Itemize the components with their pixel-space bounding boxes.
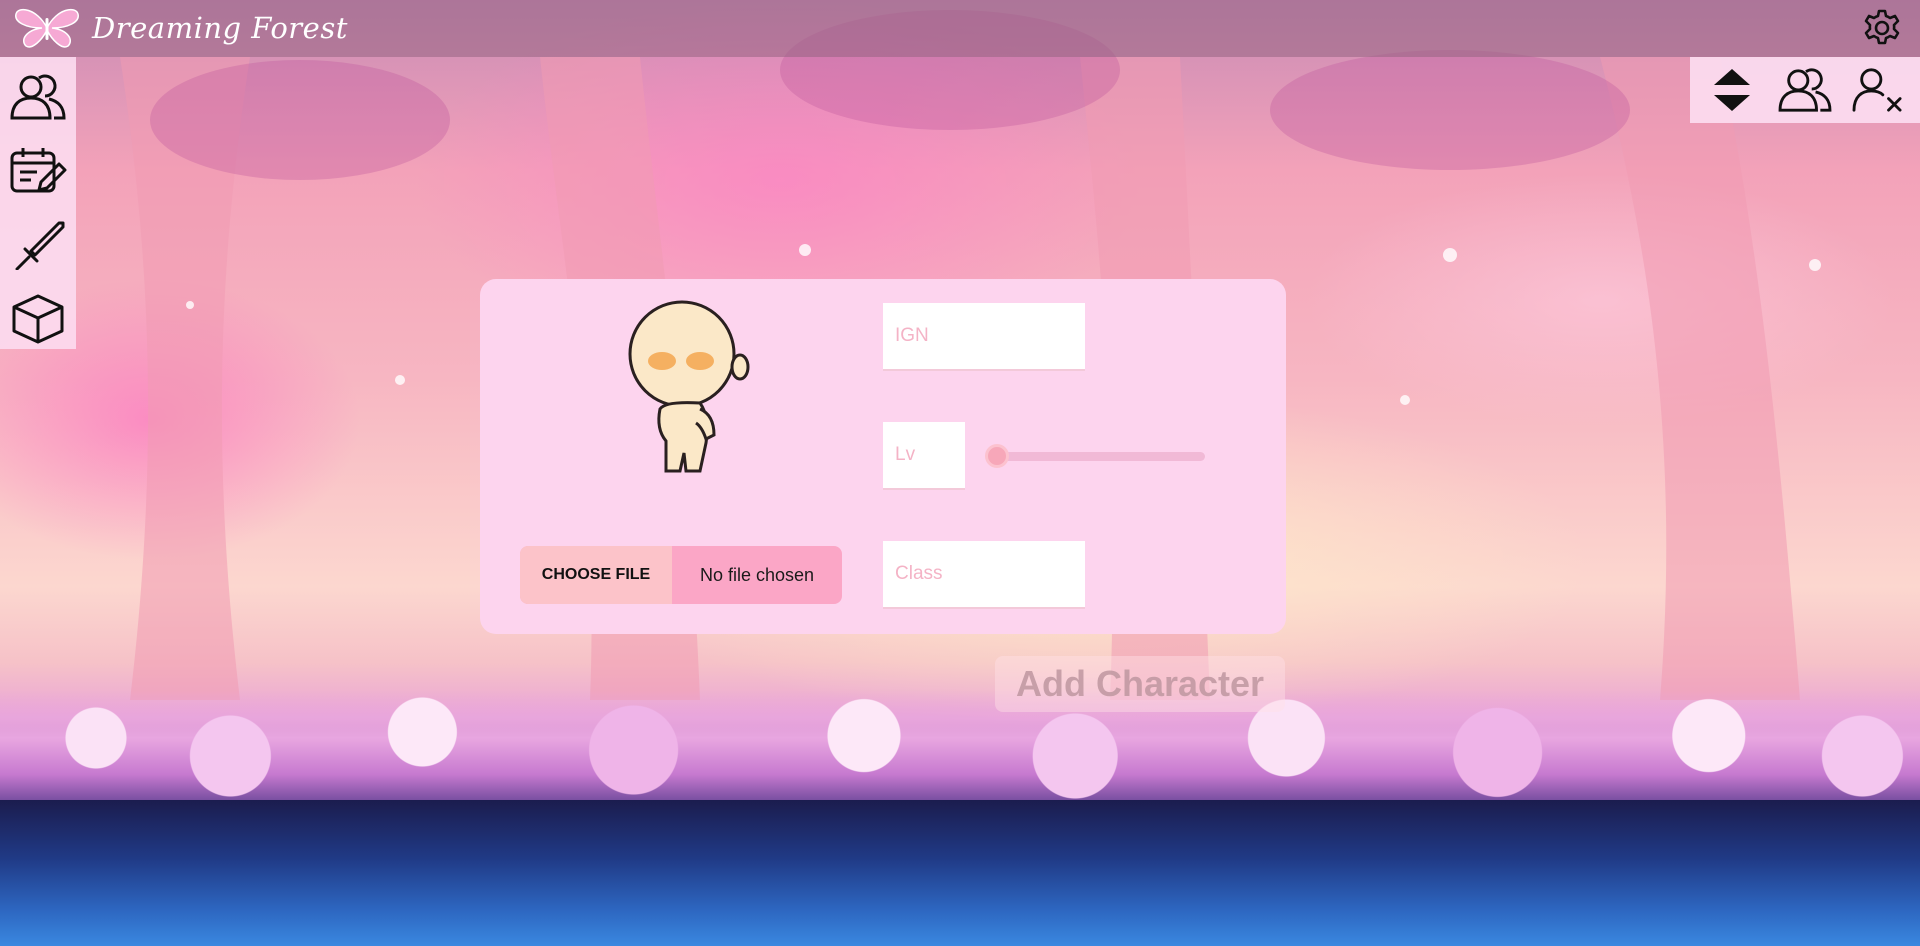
sidebar-item-bosses[interactable] (8, 215, 68, 275)
file-status: No file chosen (699, 564, 815, 585)
user-remove-icon (1852, 68, 1902, 112)
calendar-edit-icon (10, 148, 67, 193)
gear-icon[interactable] (1862, 8, 1902, 48)
choose-file-button[interactable]: CHOOSE FILE (520, 546, 672, 604)
sort-button[interactable] (1702, 60, 1762, 120)
cube-icon (12, 294, 64, 344)
river (0, 800, 1920, 946)
blossom-hedge (0, 690, 1920, 810)
users-icon (1778, 68, 1832, 112)
users-icon (10, 74, 66, 120)
sword-icon (15, 221, 65, 270)
app-title: Dreaming Forest (92, 11, 348, 45)
character-toolbox (1690, 57, 1920, 123)
brand[interactable]: Dreaming Forest (12, 6, 348, 50)
sort-up-down-icon (1714, 69, 1751, 111)
add-character-button[interactable]: Add Character (995, 656, 1285, 712)
sidebar-item-characters[interactable] (8, 67, 68, 127)
level-slider-thumb[interactable] (985, 444, 1009, 468)
character-form-card: CHOOSE FILE No file chosen (480, 279, 1286, 634)
left-sidebar (0, 57, 76, 349)
top-bar: Dreaming Forest (0, 0, 1920, 57)
level-slider-track[interactable] (992, 452, 1205, 461)
class-input[interactable] (883, 541, 1085, 609)
avatar-file-picker[interactable]: CHOOSE FILE No file chosen (520, 546, 842, 604)
group-button[interactable] (1775, 60, 1835, 120)
level-input[interactable] (883, 422, 965, 490)
butterfly-icon (15, 8, 79, 48)
character-avatar (628, 300, 750, 473)
remove-character-button[interactable] (1848, 60, 1908, 120)
sidebar-item-schedule[interactable] (8, 141, 68, 201)
sidebar-item-inventory[interactable] (8, 289, 68, 349)
ign-input[interactable] (883, 303, 1085, 371)
